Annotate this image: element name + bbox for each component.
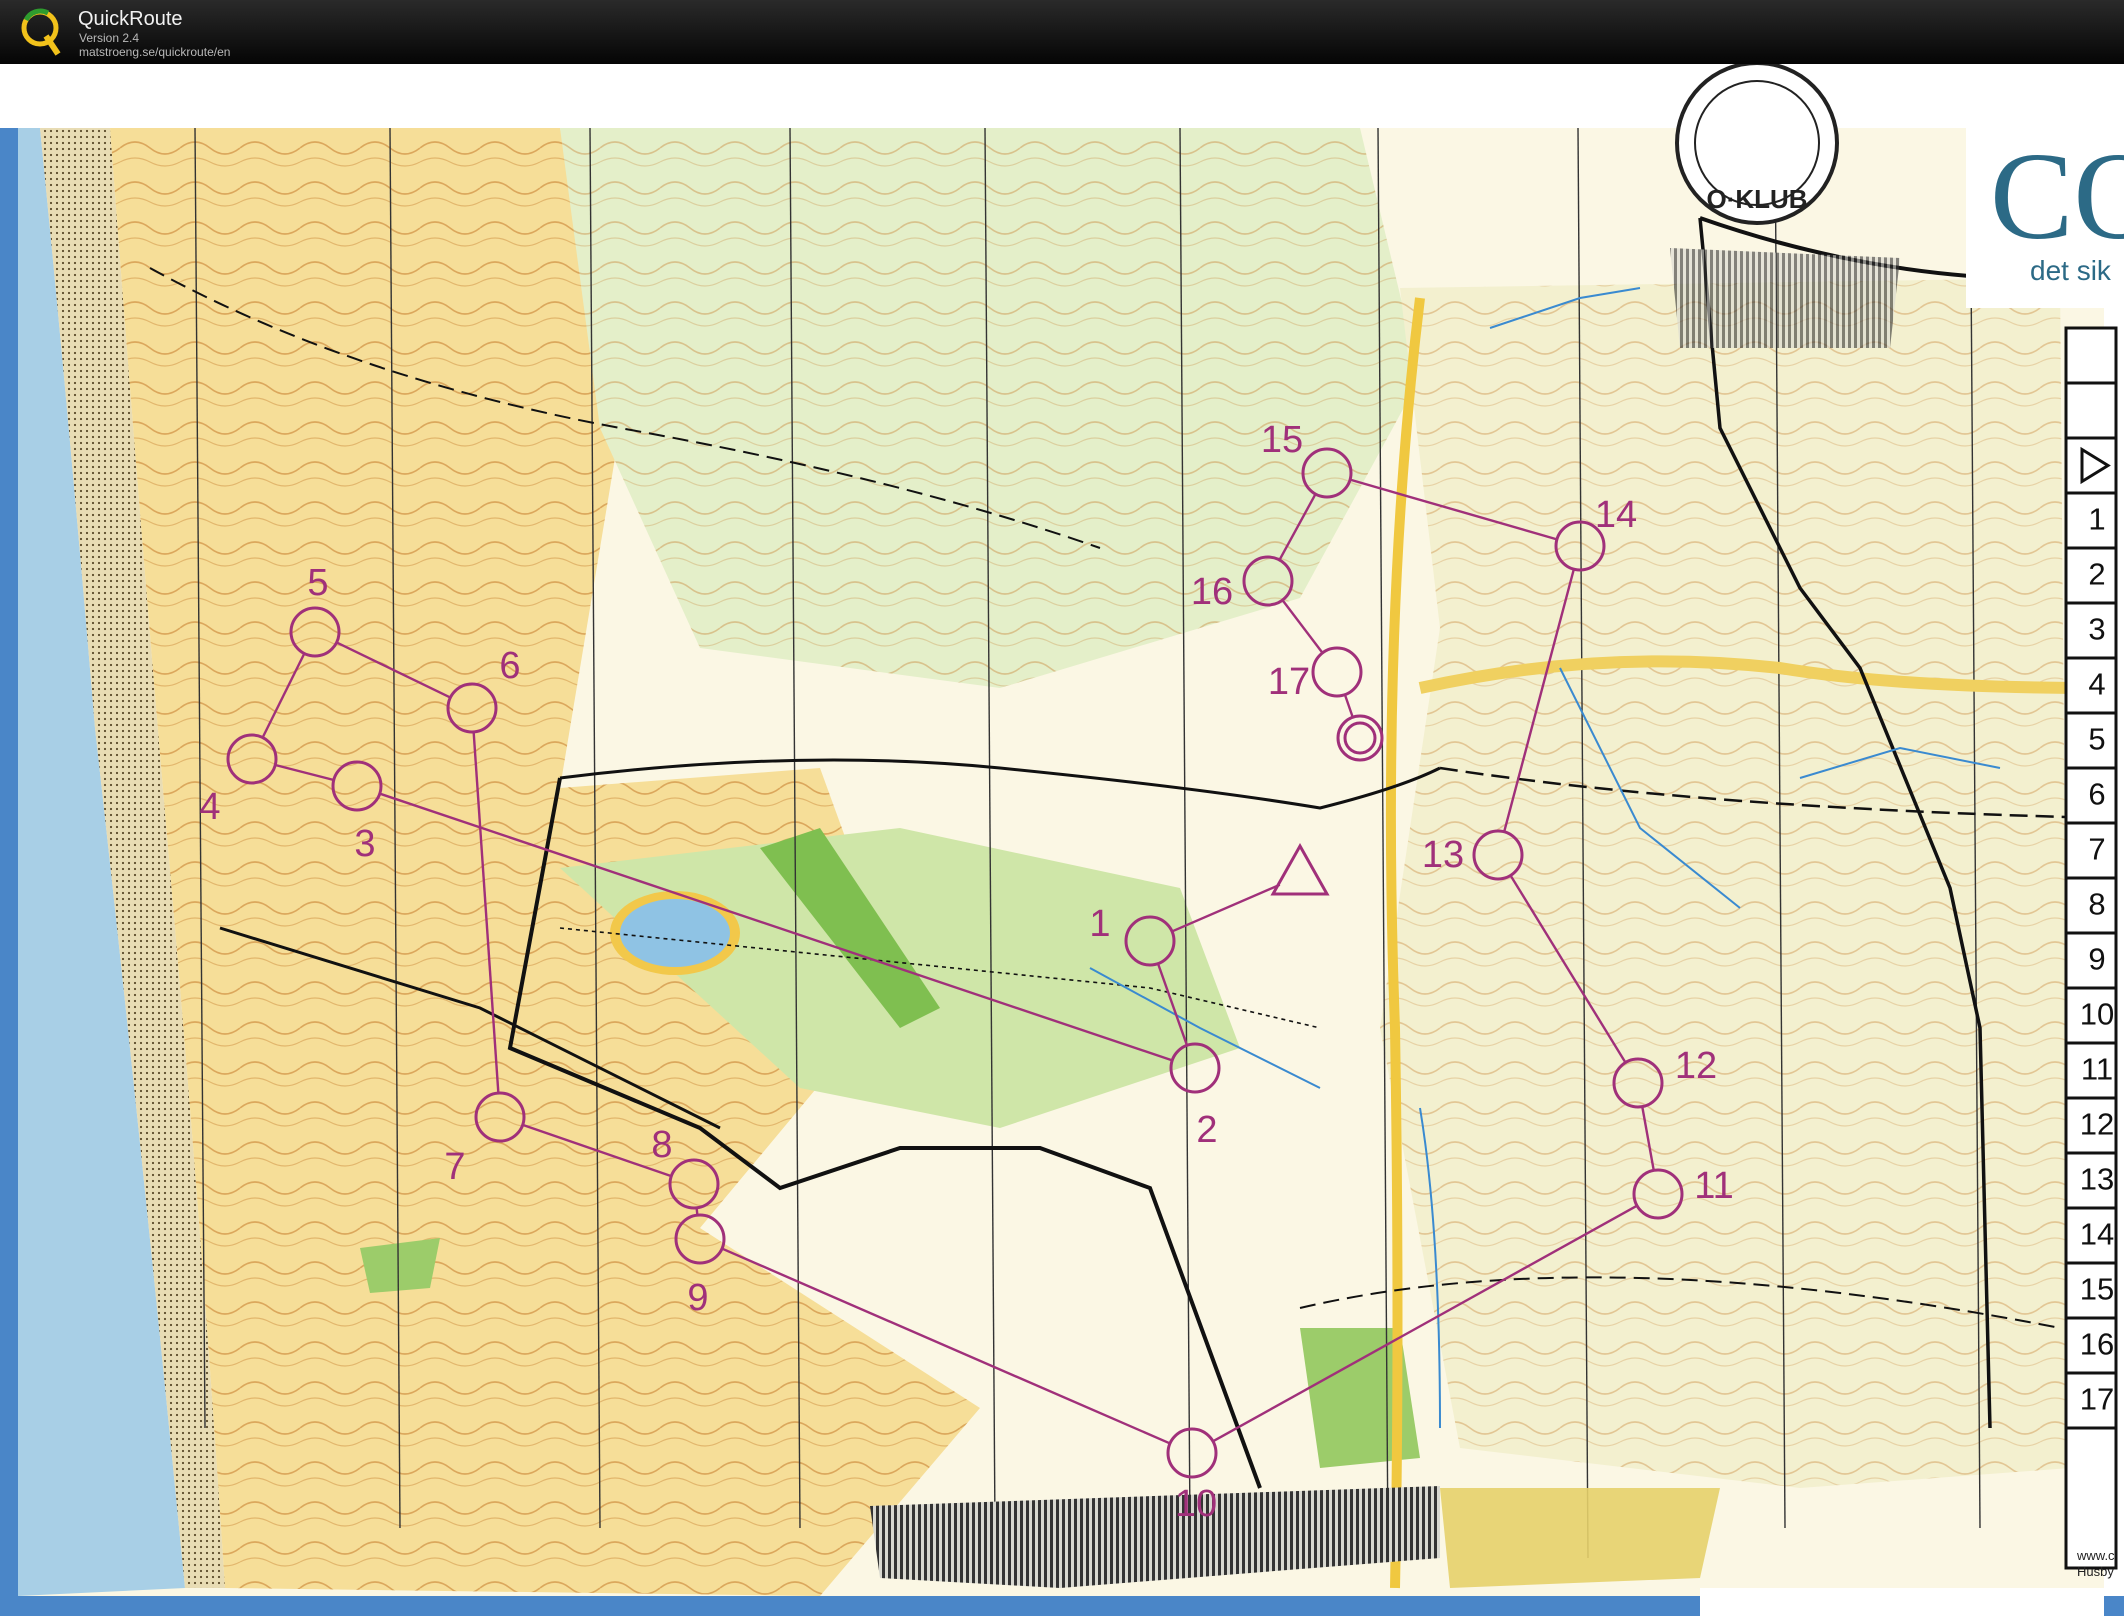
description-row-number: 14 <box>2080 1217 2114 1252</box>
app-version: Version 2.4 <box>79 31 140 45</box>
app-title: QuickRoute <box>78 8 183 30</box>
control-number: 1 <box>1089 903 1110 945</box>
description-row-number: 3 <box>2088 612 2105 647</box>
control-number: 15 <box>1261 419 1303 461</box>
description-row-number: 4 <box>2088 667 2105 702</box>
quickroute-logo-icon <box>21 8 61 56</box>
control-number: 12 <box>1675 1045 1717 1087</box>
control-number: 14 <box>1595 494 1637 536</box>
description-row-number: 17 <box>2080 1382 2114 1417</box>
settlement-area <box>1670 248 1900 348</box>
description-row-number: 11 <box>2081 1052 2113 1087</box>
control-number: 11 <box>1694 1165 1733 1207</box>
control-description-table: 1234567891011121314151617 <box>2064 326 2118 1570</box>
description-row-number: 13 <box>2080 1162 2114 1197</box>
control-number: 16 <box>1191 571 1233 613</box>
sponsor-logo: CO <box>1990 128 2124 266</box>
club-badge-text: O·KLUB <box>1706 184 1807 214</box>
description-row-number: 2 <box>2088 557 2105 592</box>
description-row-number: 7 <box>2088 832 2105 867</box>
control-number: 9 <box>687 1277 708 1319</box>
title-bar: QuickRoute Version 2.4 matstroeng.se/qui… <box>0 0 2124 64</box>
control-number: 6 <box>499 645 520 687</box>
description-row-number: 1 <box>2088 502 2105 537</box>
control-number: 7 <box>444 1146 465 1188</box>
settlement-area <box>1440 1488 1720 1588</box>
map-viewport[interactable]: O·KLUB CO det sik 1 2 3 4 5 6 7 8 9 10 11 12 13 14 15 1… <box>0 64 2124 1616</box>
club-badge: O·KLUB <box>1675 64 1839 225</box>
description-row-number: 16 <box>2080 1327 2114 1362</box>
description-row-number: 10 <box>2080 997 2114 1032</box>
control-number: 13 <box>1422 834 1464 876</box>
description-row-number: 6 <box>2088 777 2105 812</box>
map-footer-line2: Husby <box>2077 1564 2114 1579</box>
description-row-number: 8 <box>2088 887 2105 922</box>
description-row-number: 5 <box>2088 722 2105 757</box>
control-number: 5 <box>307 562 328 604</box>
control-number: 3 <box>354 823 375 865</box>
control-number: 2 <box>1196 1109 1217 1151</box>
control-number: 10 <box>1175 1483 1217 1525</box>
control-number: 17 <box>1268 661 1310 703</box>
control-number: 8 <box>651 1124 672 1166</box>
description-row-number: 15 <box>2080 1272 2114 1307</box>
control-number: 4 <box>199 786 220 828</box>
sponsor-tagline: det sik <box>2030 255 2112 286</box>
orienteering-map[interactable]: O·KLUB CO det sik 1234567891011121314151… <box>0 64 2124 1616</box>
map-footer-line1: www.c <box>2076 1548 2115 1563</box>
app-url: matstroeng.se/quickroute/en <box>79 45 231 59</box>
description-row-number: 9 <box>2088 942 2105 977</box>
description-row-number: 12 <box>2080 1107 2114 1142</box>
